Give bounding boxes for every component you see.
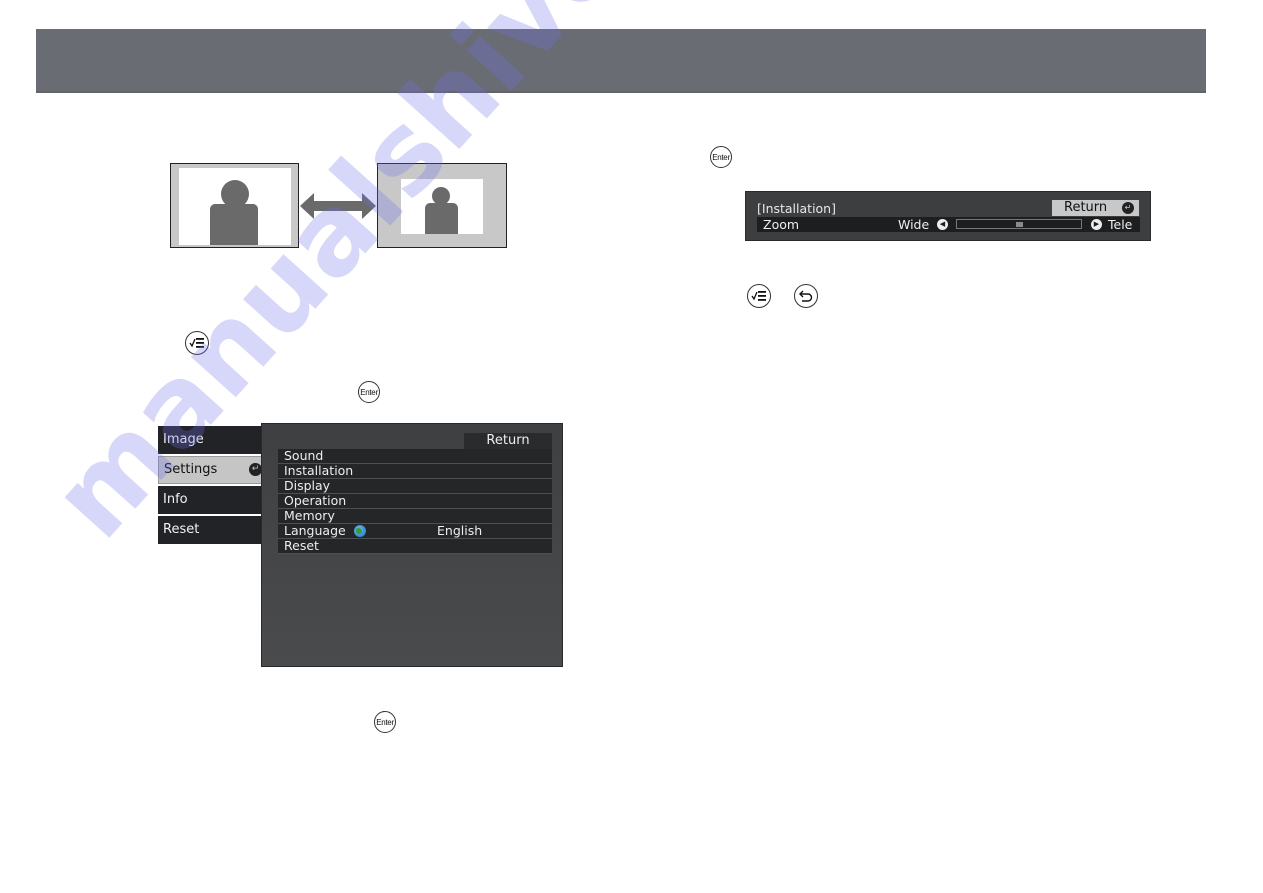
enter-key-icon: Enter — [374, 711, 396, 733]
person-body-shape — [210, 204, 258, 245]
language-value: English — [437, 523, 483, 538]
tab-label: Settings — [164, 462, 218, 477]
tab-label: Reset — [163, 522, 200, 537]
person-body-shape — [425, 203, 458, 234]
menu-item-installation[interactable]: Installation — [278, 464, 552, 479]
double-arrow-icon — [300, 193, 376, 219]
zoom-slider[interactable] — [956, 219, 1082, 229]
enter-key-icon: Enter — [710, 146, 732, 168]
wide-label: Wide — [898, 217, 930, 232]
item-label: Installation — [284, 463, 354, 478]
item-label: Display — [284, 478, 331, 493]
menu-item-sound[interactable]: Sound — [278, 449, 552, 464]
installation-title: [Installation] — [757, 201, 836, 216]
menu-item-reset[interactable]: Reset — [278, 539, 552, 554]
tab-image[interactable]: Image — [158, 426, 268, 454]
menu-key-icon — [185, 331, 209, 355]
tele-label: Tele — [1108, 217, 1133, 232]
slider-thumb[interactable] — [1016, 222, 1023, 227]
item-label: Language — [284, 523, 346, 538]
header-bar — [36, 29, 1206, 93]
menu-item-memory[interactable]: Memory — [278, 509, 552, 524]
enter-return-icon: ↵ — [1122, 202, 1134, 214]
item-label: Sound — [284, 448, 324, 463]
left-arrow-icon[interactable]: ◀ — [937, 219, 948, 230]
large-image-illustration — [170, 163, 299, 248]
settings-list: Sound Installation Display Operation Mem… — [278, 449, 552, 554]
installation-zoom-panel: [Installation] Return ↵ Zoom Wide ◀ ▶ Te… — [745, 191, 1151, 241]
tab-reset[interactable]: Reset — [158, 516, 268, 544]
item-label: Operation — [284, 493, 347, 508]
tab-info[interactable]: Info — [158, 486, 268, 514]
projected-screen — [179, 168, 291, 245]
tab-label: Image — [163, 432, 204, 447]
return-button[interactable]: Return ↵ — [1052, 200, 1139, 216]
menu-item-display[interactable]: Display — [278, 479, 552, 494]
item-label: Reset — [284, 538, 319, 553]
item-label: Memory — [284, 508, 335, 523]
return-label: Return — [1064, 200, 1108, 215]
right-arrow-icon[interactable]: ▶ — [1091, 219, 1102, 230]
menu-item-language[interactable]: Language English — [278, 524, 552, 539]
tab-label: Info — [163, 492, 188, 507]
tab-settings[interactable]: Settings ↵ — [158, 456, 268, 484]
return-button[interactable]: Return — [464, 433, 552, 449]
globe-icon — [354, 525, 366, 537]
menu-tabs: Image Settings ↵ Info Reset — [158, 426, 268, 546]
menu-item-operation[interactable]: Operation — [278, 494, 552, 509]
menu-key-icon — [747, 284, 771, 308]
settings-menu-panel: Return Sound Installation Display Operat… — [261, 423, 563, 667]
zoom-setting-row[interactable]: Zoom Wide ◀ ▶ Tele — [757, 217, 1140, 232]
small-image-illustration — [377, 163, 507, 248]
enter-key-icon: Enter — [358, 381, 380, 403]
zoom-label: Zoom — [763, 217, 800, 232]
projected-screen — [401, 179, 483, 234]
back-key-icon — [794, 284, 818, 308]
